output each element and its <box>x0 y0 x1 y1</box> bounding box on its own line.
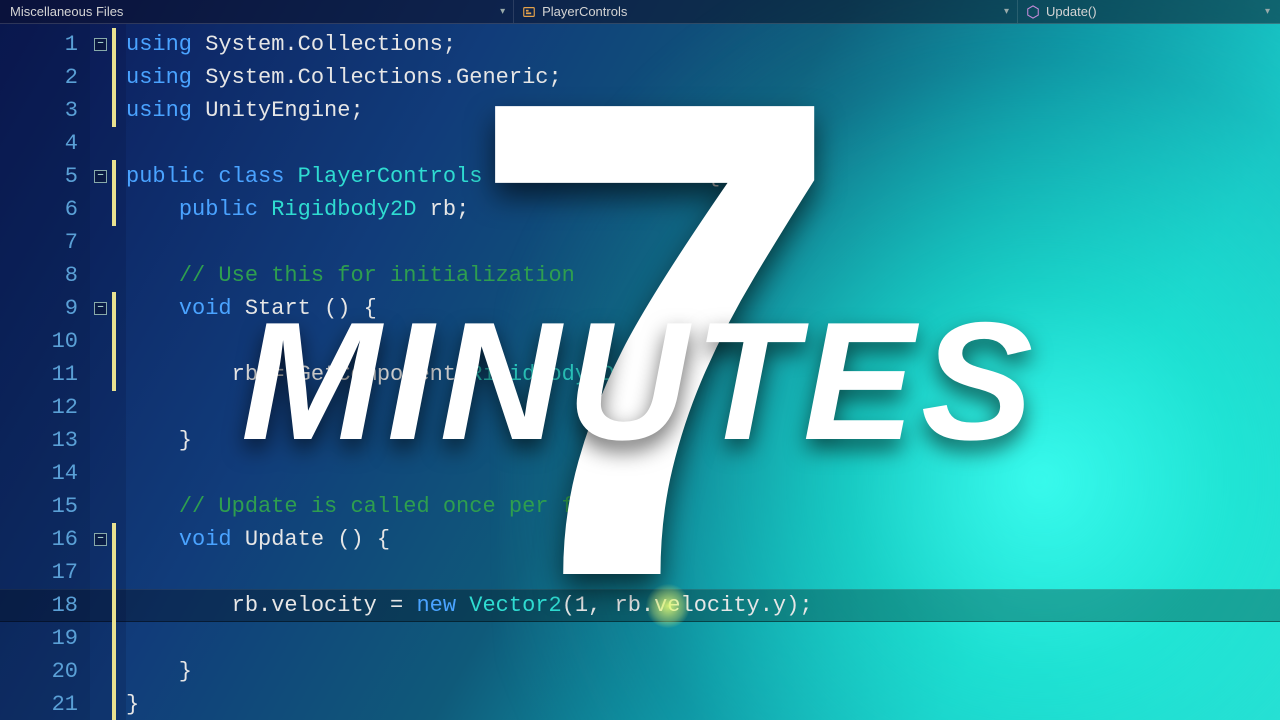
code-line[interactable]: rb = GetComponent<Rigidbody2D>(); <box>126 358 1280 391</box>
nav-member[interactable]: Update() ▾ <box>1018 0 1278 23</box>
code-line[interactable]: using System.Collections.Generic; <box>126 61 1280 94</box>
code-line[interactable]: } <box>126 424 1280 457</box>
code-line[interactable]: // Use this for initialization <box>126 259 1280 292</box>
line-number: 12 <box>0 391 90 424</box>
line-number: 10 <box>0 325 90 358</box>
nav-member-label: Update() <box>1046 4 1097 19</box>
code-line[interactable]: using System.Collections; <box>126 28 1280 61</box>
line-number: 7 <box>0 226 90 259</box>
chevron-down-icon: ▾ <box>1004 6 1009 17</box>
nav-scope-label: Miscellaneous Files <box>10 4 123 19</box>
code-line[interactable] <box>126 457 1280 490</box>
code-line[interactable] <box>126 556 1280 589</box>
nav-scope[interactable]: Miscellaneous Files ▾ <box>2 0 514 23</box>
code-line[interactable]: rb.velocity = new Vector2(1, rb.velocity… <box>126 589 1280 622</box>
code-line[interactable] <box>126 226 1280 259</box>
modification-indicator <box>112 160 116 226</box>
fold-column: − − − − <box>90 24 126 720</box>
line-number: 19 <box>0 622 90 655</box>
code-area[interactable]: using System.Collections;using System.Co… <box>126 24 1280 720</box>
code-line[interactable]: } <box>126 655 1280 688</box>
code-line[interactable]: void Start () { <box>126 292 1280 325</box>
line-number: 4 <box>0 127 90 160</box>
line-number: 18 <box>0 589 90 622</box>
chevron-down-icon: ▾ <box>500 6 505 17</box>
code-line[interactable]: public Rigidbody2D rb; <box>126 193 1280 226</box>
code-line[interactable]: } <box>126 688 1280 720</box>
class-icon <box>522 5 536 19</box>
nav-bar: Miscellaneous Files ▾ PlayerControls ▾ U… <box>0 0 1280 24</box>
modification-indicator <box>112 523 116 720</box>
line-number: 5 <box>0 160 90 193</box>
code-line[interactable]: // Update is called once per frame <box>126 490 1280 523</box>
code-line[interactable] <box>126 622 1280 655</box>
line-number: 2 <box>0 61 90 94</box>
fold-toggle[interactable]: − <box>94 170 107 183</box>
chevron-down-icon: ▾ <box>1265 6 1270 17</box>
modification-indicator <box>112 292 116 391</box>
line-number: 3 <box>0 94 90 127</box>
line-number: 6 <box>0 193 90 226</box>
line-number: 16 <box>0 523 90 556</box>
line-number-gutter: 123456789101112131415161718192021 <box>0 24 90 720</box>
line-number: 21 <box>0 688 90 720</box>
code-line[interactable]: public class PlayerControls : MonoBehavi… <box>126 160 1280 193</box>
fold-toggle[interactable]: − <box>94 38 107 51</box>
line-number: 1 <box>0 28 90 61</box>
line-number: 11 <box>0 358 90 391</box>
line-number: 13 <box>0 424 90 457</box>
code-line[interactable] <box>126 325 1280 358</box>
code-editor[interactable]: 123456789101112131415161718192021 −−−− u… <box>0 24 1280 720</box>
line-number: 9 <box>0 292 90 325</box>
line-number: 8 <box>0 259 90 292</box>
line-number: 15 <box>0 490 90 523</box>
code-line[interactable] <box>126 391 1280 424</box>
nav-class[interactable]: PlayerControls ▾ <box>514 0 1018 23</box>
line-number: 14 <box>0 457 90 490</box>
fold-toggle[interactable]: − <box>94 302 107 315</box>
code-line[interactable]: void Update () { <box>126 523 1280 556</box>
modification-indicator <box>112 28 116 127</box>
code-line[interactable] <box>126 127 1280 160</box>
line-number: 20 <box>0 655 90 688</box>
code-line[interactable]: using UnityEngine; <box>126 94 1280 127</box>
line-number: 17 <box>0 556 90 589</box>
method-icon <box>1026 5 1040 19</box>
fold-toggle[interactable]: − <box>94 533 107 546</box>
nav-class-label: PlayerControls <box>542 4 627 19</box>
